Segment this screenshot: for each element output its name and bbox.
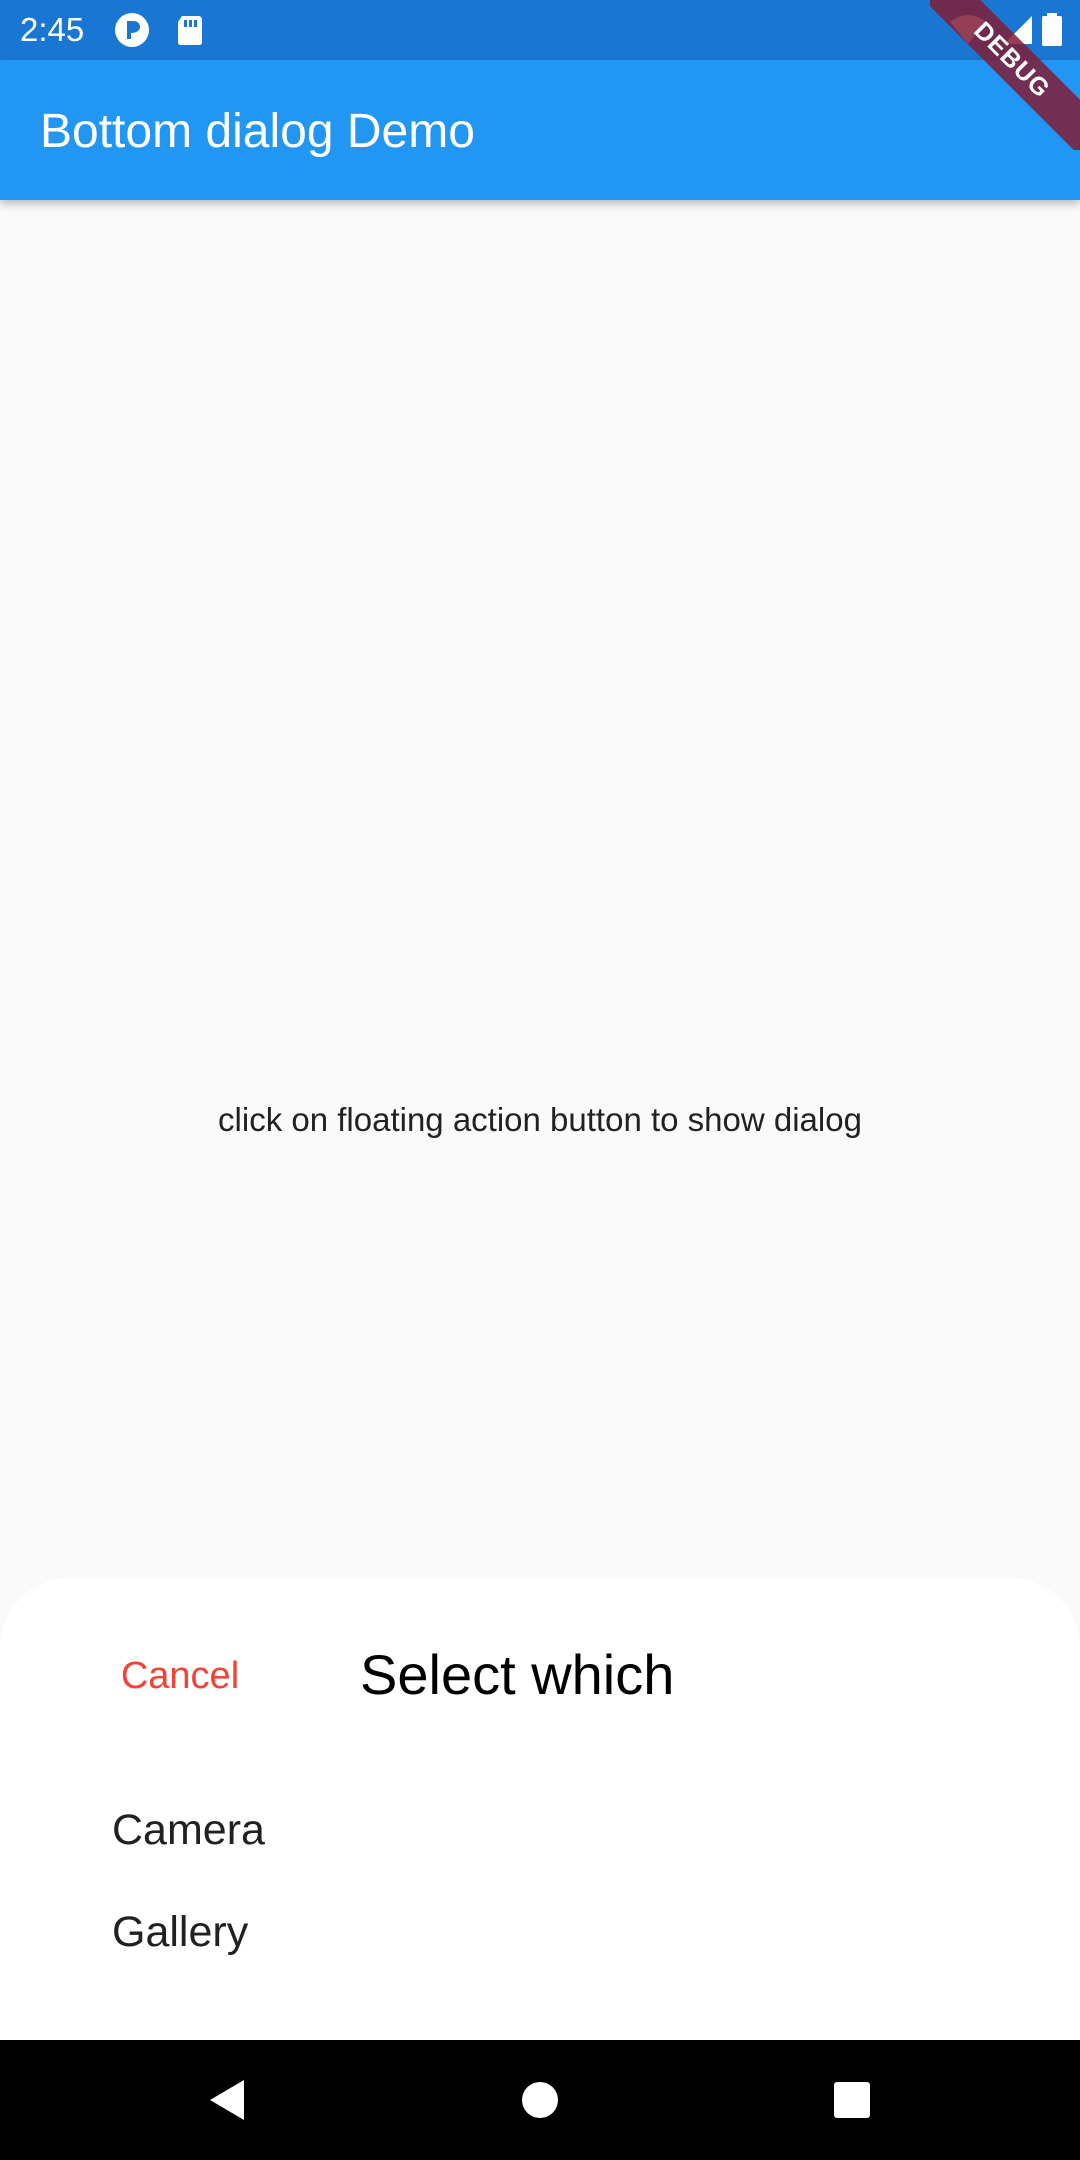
debug-banner-label: DEBUG <box>930 0 1080 150</box>
sd-card-icon <box>172 12 208 48</box>
option-camera[interactable]: Camera <box>112 1802 265 1858</box>
home-icon[interactable] <box>510 2070 570 2130</box>
debug-banner: DEBUG <box>930 0 1080 150</box>
option-gallery[interactable]: Gallery <box>112 1904 248 1960</box>
back-icon[interactable] <box>196 2070 256 2130</box>
dialog-title: Select which <box>360 1643 675 1706</box>
screen: 2:45 DEBUG Bottom dialog Demo click on f… <box>0 0 1080 2160</box>
instruction-text: click on floating action button to show … <box>218 1101 862 1138</box>
status-bar: 2:45 <box>0 0 1080 60</box>
navigation-bar <box>0 2040 1080 2160</box>
status-time: 2:45 <box>20 11 85 48</box>
bottom-sheet-dialog: Cancel Select which Camera Gallery <box>0 1578 1080 2040</box>
app-bar: Bottom dialog Demo <box>0 60 1080 200</box>
cancel-button[interactable]: Cancel <box>100 1646 260 1706</box>
pocket-casts-icon <box>114 12 150 48</box>
recents-icon[interactable] <box>822 2070 882 2130</box>
page-title: Bottom dialog Demo <box>40 105 475 158</box>
